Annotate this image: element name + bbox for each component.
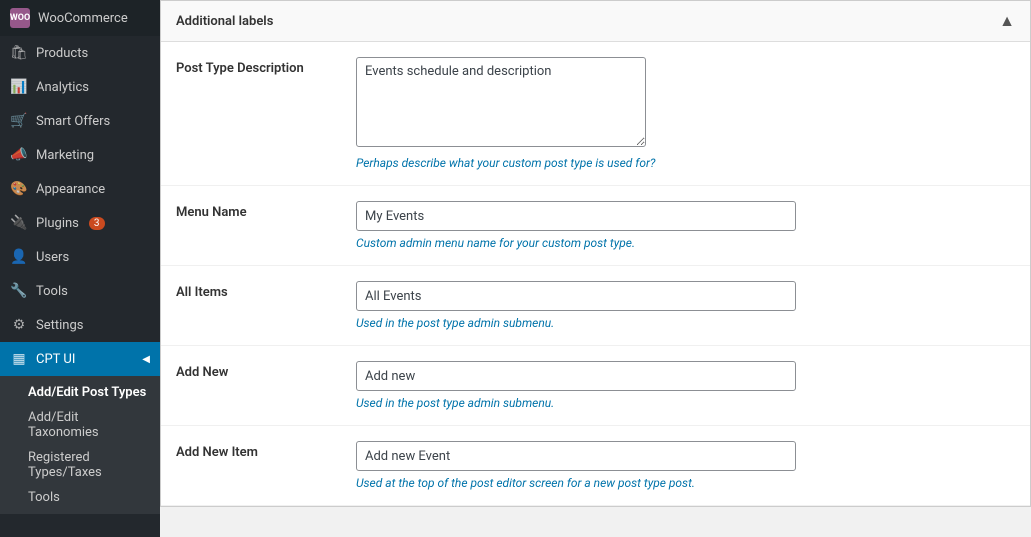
- submenu-add-edit-post-types[interactable]: Add/Edit Post Types: [0, 380, 160, 405]
- sidebar: WOO WooCommerce 🛍 Products 📊 Analytics 🛒…: [0, 0, 160, 537]
- menu-name-hint: Custom admin menu name for your custom p…: [356, 236, 1015, 250]
- submenu-add-edit-taxonomies[interactable]: Add/Edit Taxonomies: [0, 405, 160, 445]
- add-new-field: Used in the post type admin submenu.: [356, 361, 1015, 410]
- sidebar-item-products[interactable]: 🛍 Products: [0, 36, 160, 70]
- post-type-description-hint: Perhaps describe what your custom post t…: [356, 156, 1015, 170]
- submenu-tools[interactable]: Tools: [0, 485, 160, 510]
- sidebar-item-marketing[interactable]: 📣 Marketing: [0, 138, 160, 172]
- sidebar-item-settings[interactable]: ⚙ Settings: [0, 308, 160, 342]
- form-body: Post Type Description Perhaps describe w…: [161, 42, 1030, 506]
- section-toggle-button[interactable]: ▲: [999, 11, 1015, 31]
- marketing-icon: 📣: [10, 146, 28, 164]
- main-content: Additional labels ▲ Post Type Descriptio…: [160, 0, 1031, 537]
- add-new-label: Add New: [176, 361, 356, 380]
- all-items-field: Used in the post type admin submenu.: [356, 281, 1015, 330]
- add-new-input[interactable]: [356, 361, 796, 391]
- sidebar-item-analytics[interactable]: 📊 Analytics: [0, 70, 160, 104]
- sidebar-item-smart-offers[interactable]: 🛒 Smart Offers: [0, 104, 160, 138]
- section-header: Additional labels ▲: [161, 1, 1030, 42]
- sidebar-item-label: Tools: [36, 284, 68, 299]
- section-title: Additional labels: [176, 14, 273, 29]
- add-new-item-input[interactable]: [356, 441, 796, 471]
- add-new-item-hint: Used at the top of the post editor scree…: [356, 476, 1015, 490]
- sidebar-item-plugins[interactable]: 🔌 Plugins 3: [0, 206, 160, 240]
- add-new-item-label: Add New Item: [176, 441, 356, 460]
- plugins-icon: 🔌: [10, 214, 28, 232]
- menu-name-field: Custom admin menu name for your custom p…: [356, 201, 1015, 250]
- additional-labels-section: Additional labels ▲ Post Type Descriptio…: [160, 0, 1031, 507]
- sidebar-item-label: Plugins: [36, 216, 79, 231]
- cpt-ui-submenu: Add/Edit Post Types Add/Edit Taxonomies …: [0, 376, 160, 514]
- sidebar-item-label: Smart Offers: [36, 114, 110, 129]
- products-icon: 🛍: [10, 44, 28, 62]
- add-new-row: Add New Used in the post type admin subm…: [161, 346, 1030, 426]
- sidebar-item-label: Marketing: [36, 148, 94, 163]
- tools-icon: 🔧: [10, 282, 28, 300]
- smart-offers-icon: 🛒: [10, 112, 28, 130]
- users-icon: 👤: [10, 248, 28, 266]
- woo-logo: WOO: [10, 8, 30, 28]
- post-type-description-label: Post Type Description: [176, 57, 356, 76]
- analytics-icon: 📊: [10, 78, 28, 96]
- add-new-hint: Used in the post type admin submenu.: [356, 396, 1015, 410]
- sidebar-brand[interactable]: WOO WooCommerce: [0, 0, 160, 36]
- menu-name-input[interactable]: [356, 201, 796, 231]
- sidebar-item-label: Analytics: [36, 80, 89, 95]
- sidebar-item-users[interactable]: 👤 Users: [0, 240, 160, 274]
- settings-icon: ⚙: [10, 316, 28, 334]
- post-type-description-row: Post Type Description Perhaps describe w…: [161, 42, 1030, 186]
- plugins-badge: 3: [89, 217, 105, 230]
- sidebar-item-appearance[interactable]: 🎨 Appearance: [0, 172, 160, 206]
- cpt-ui-arrow: ◀: [142, 354, 150, 365]
- appearance-icon: 🎨: [10, 180, 28, 198]
- sidebar-item-cpt-ui[interactable]: ▦ CPT UI ◀: [0, 342, 160, 376]
- all-items-hint: Used in the post type admin submenu.: [356, 316, 1015, 330]
- sidebar-item-label: Settings: [36, 318, 83, 333]
- cpt-ui-icon: ▦: [10, 350, 28, 368]
- brand-name: WooCommerce: [38, 11, 128, 26]
- sidebar-item-tools[interactable]: 🔧 Tools: [0, 274, 160, 308]
- all-items-label: All Items: [176, 281, 356, 300]
- menu-name-label: Menu Name: [176, 201, 356, 220]
- all-items-row: All Items Used in the post type admin su…: [161, 266, 1030, 346]
- post-type-description-textarea[interactable]: [356, 57, 646, 147]
- sidebar-item-label: Appearance: [36, 182, 105, 197]
- add-new-item-field: Used at the top of the post editor scree…: [356, 441, 1015, 490]
- sidebar-item-label: Users: [36, 250, 69, 265]
- sidebar-item-label: CPT UI: [36, 352, 75, 367]
- menu-name-row: Menu Name Custom admin menu name for you…: [161, 186, 1030, 266]
- submenu-registered-types-taxes[interactable]: Registered Types/Taxes: [0, 445, 160, 485]
- all-items-input[interactable]: [356, 281, 796, 311]
- add-new-item-row: Add New Item Used at the top of the post…: [161, 426, 1030, 506]
- sidebar-item-label: Products: [36, 46, 88, 61]
- post-type-description-field: Perhaps describe what your custom post t…: [356, 57, 1015, 170]
